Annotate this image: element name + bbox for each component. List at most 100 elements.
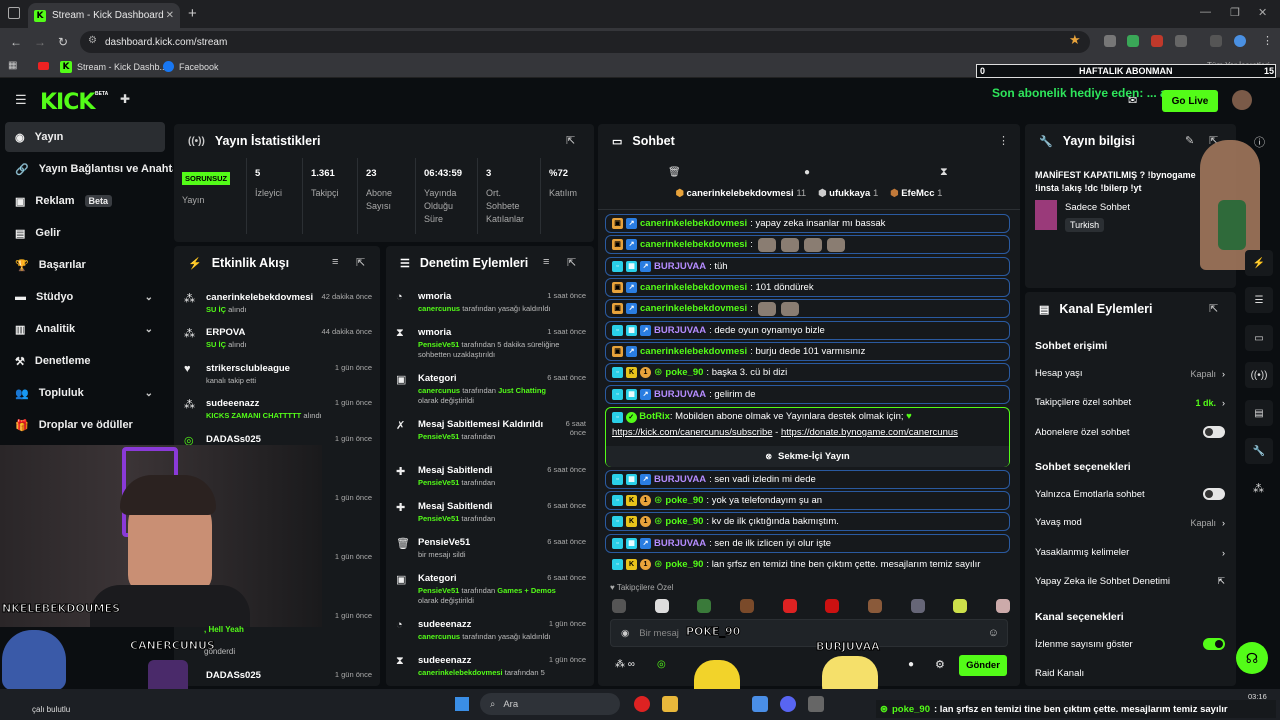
emote-only-toggle[interactable] xyxy=(1203,488,1225,500)
emote[interactable] xyxy=(995,599,1010,613)
chat-dots-icon[interactable]: ● xyxy=(804,167,810,178)
discord-icon[interactable] xyxy=(780,696,796,712)
opera-icon[interactable] xyxy=(634,696,650,712)
category-name[interactable]: Sadece Sohbet xyxy=(1065,202,1130,213)
subscribers-only-toggle[interactable] xyxy=(1203,426,1225,438)
filter-icon[interactable]: ≡ xyxy=(543,256,549,268)
app-icon[interactable] xyxy=(808,696,824,712)
rail-broadcast-button[interactable]: ((•)) xyxy=(1245,362,1273,388)
extension-icon[interactable] xyxy=(1104,35,1116,47)
windows-start-icon[interactable] xyxy=(455,697,469,711)
tab-search-icon[interactable] xyxy=(8,7,20,19)
taskbar-search[interactable]: ⌕ Ara xyxy=(480,693,620,715)
language-tag[interactable]: Turkish xyxy=(1065,218,1105,232)
hamburger-menu-icon[interactable]: ☰ xyxy=(15,92,27,108)
ai-moderation-row[interactable]: Yapay Zeka ile Sohbet Denetimi ⇱ xyxy=(1035,576,1225,587)
chat-message[interactable]: ▫ K 1 ⊛ poke_90: yok ya telefondayım şu an xyxy=(605,491,1010,510)
youtube-icon[interactable] xyxy=(38,62,49,70)
sidebar-item-analytics[interactable]: ▥ Analitik ⌄ xyxy=(5,314,165,344)
info-icon[interactable]: ⓘ xyxy=(1254,134,1265,150)
filter-icon[interactable]: ≡ xyxy=(332,256,338,268)
infinity-icon[interactable]: ⁂ ∞ xyxy=(615,659,635,670)
go-live-button[interactable]: Go Live xyxy=(1162,90,1218,112)
emote[interactable] xyxy=(825,599,840,613)
chat-message[interactable]: ▣ ↗ canerinkelebekdovmesi: burju dede 101… xyxy=(605,342,1010,361)
followers-only-row[interactable]: Takipçilere özel sohbet 1 dk. › xyxy=(1035,397,1225,408)
site-info-icon[interactable]: ⚙ xyxy=(88,35,97,46)
kick-coin-icon[interactable]: ◎ xyxy=(657,659,666,670)
reading-list-icon[interactable] xyxy=(1210,35,1222,47)
raid-channel-row[interactable]: Raid Kanalı xyxy=(1035,668,1225,679)
donate-link[interactable]: https://donate.bynogame.com/canercunus xyxy=(781,427,958,438)
back-icon[interactable]: ← xyxy=(10,35,22,49)
file-explorer-icon[interactable] xyxy=(662,696,678,712)
chat-message[interactable]: ▫ ▦ ↗ BURJUVAA: dede oyun oynamıyo bizle xyxy=(605,321,1010,340)
slow-mode-row[interactable]: Yavaş mod Kapalı › xyxy=(1035,517,1225,528)
top-chatter[interactable]: ⬢ EfeMcc 1 xyxy=(890,188,942,208)
chat-message[interactable]: ▣ ↗ canerinkelebekdovmesi: xyxy=(605,299,1010,318)
sidebar-item-studio[interactable]: ▬ Stüdyo ⌄ xyxy=(5,282,165,312)
show-viewcount-toggle[interactable] xyxy=(1203,638,1225,650)
account-age-row[interactable]: Hesap yaşı Kapalı › xyxy=(1035,368,1225,379)
popout-icon[interactable]: ⇱ xyxy=(567,256,576,269)
sidebar-item-stream[interactable]: ◉ Yayın xyxy=(5,122,165,152)
user-avatar[interactable] xyxy=(1232,90,1252,110)
trash-icon[interactable]: 🗑 xyxy=(668,167,681,178)
top-chatter[interactable]: ⬢ canerinkelebekdovmesi 11 xyxy=(676,188,807,208)
new-tab-icon[interactable]: + xyxy=(188,5,197,22)
banned-words-row[interactable]: Yasaklanmış kelimeler › xyxy=(1035,547,1225,558)
popout-icon[interactable]: ⇱ xyxy=(1209,302,1218,315)
chat-input[interactable]: ◉ Bir mesaj ☺ xyxy=(610,619,1008,647)
emote[interactable] xyxy=(782,599,797,613)
chat-message[interactable]: ▣ ↗ canerinkelebekdovmesi: yapay zeka ins… xyxy=(605,214,1010,233)
emoji-icon[interactable]: ☺ xyxy=(988,627,999,639)
rail-chat-button[interactable]: ▭ xyxy=(1245,325,1273,351)
extension-icon[interactable] xyxy=(1151,35,1163,47)
reload-icon[interactable]: ↻ xyxy=(58,35,68,49)
chat-message[interactable]: ▫ ▦ ↗ BURJUVAA: sen de ilk izlicen iyi olu… xyxy=(605,534,1010,553)
kicks-icon[interactable]: ⁂ xyxy=(1253,482,1264,495)
sidebar-item-revenue[interactable]: ▤ Gelir xyxy=(5,218,165,248)
bot-message[interactable]: ▫ ✓ BotRix: Mobilden abone olmak ve Yayı… xyxy=(605,407,1010,467)
minimize-icon[interactable]: — xyxy=(1200,6,1211,18)
rail-wrench-button[interactable]: 🔧 xyxy=(1245,438,1273,464)
settings-gear-icon[interactable]: ⚙ xyxy=(935,658,945,671)
chat-message[interactable]: ▫ ▦ ↗ BURJUVAA: tüh xyxy=(605,257,1010,276)
sidebar-item-drops[interactable]: 🎁 Droplar ve ödüller xyxy=(5,410,165,440)
popout-icon[interactable]: ⇱ xyxy=(356,256,365,269)
window-close-icon[interactable]: ✕ xyxy=(1258,6,1267,19)
in-tab-stream-button[interactable]: ⊗ Sekme-İçi Yayın xyxy=(606,446,1009,467)
notifications-icon[interactable]: ✉ xyxy=(1128,94,1137,107)
send-button[interactable]: Gönder xyxy=(959,655,1007,676)
popout-icon[interactable]: ⇱ xyxy=(566,134,575,147)
address-bar[interactable]: ⚙ dashboard.kick.com/stream xyxy=(80,31,1090,53)
emote[interactable] xyxy=(739,599,754,613)
emote[interactable] xyxy=(953,599,968,613)
chat-message[interactable]: ▫ K 1 ⊛ poke_90: başka 3. cü bi dizi xyxy=(605,363,1010,382)
emote[interactable] xyxy=(910,599,925,613)
sidebar-item-achievements[interactable]: 🏆 Başarılar xyxy=(5,250,165,280)
chat-message[interactable]: ▫ K 1 ⊛ poke_90: lan şrfsz en temizi tine b… xyxy=(605,555,1010,574)
maximize-icon[interactable]: ❐ xyxy=(1230,6,1240,19)
emote[interactable] xyxy=(612,599,626,613)
chat-message[interactable]: ▫ K 1 ⊛ poke_90: kv de ilk çıktığında bakmı… xyxy=(605,512,1010,531)
sidebar-item-moderation[interactable]: ⚒ Denetleme xyxy=(5,346,165,376)
extension-icon[interactable] xyxy=(1127,35,1139,47)
app-icon[interactable] xyxy=(752,696,768,712)
apps-grid-icon[interactable]: ▦ xyxy=(8,60,17,71)
support-chat-button[interactable]: ☊ xyxy=(1236,642,1268,674)
chat-message[interactable]: ▣ ↗ canerinkelebekdovmesi: xyxy=(605,235,1010,254)
chat-menu-icon[interactable]: ⋮ xyxy=(998,134,1009,147)
emote[interactable] xyxy=(654,599,669,613)
top-chatter[interactable]: ⬢ ufukkaya 1 xyxy=(818,188,878,208)
rail-lightning-button[interactable]: ⚡ xyxy=(1245,250,1273,276)
browser-tab[interactable]: K Stream - Kick Dashboard ✕ xyxy=(28,3,180,28)
bookmark-facebook[interactable]: Facebook xyxy=(163,61,219,72)
subscribe-link[interactable]: https://kick.com/canercunus/subscribe xyxy=(612,427,773,438)
emote[interactable] xyxy=(697,599,712,613)
kick-logo[interactable]: KICK xyxy=(40,90,95,115)
sidebar-item-ads[interactable]: ▣ Reklam Beta xyxy=(5,186,165,216)
chat-icon[interactable]: ● xyxy=(908,659,914,670)
chat-message[interactable]: ▫ ▦ ↗ BURJUVAA: gelirim de xyxy=(605,385,1010,404)
tab-close-icon[interactable]: ✕ xyxy=(166,10,174,21)
